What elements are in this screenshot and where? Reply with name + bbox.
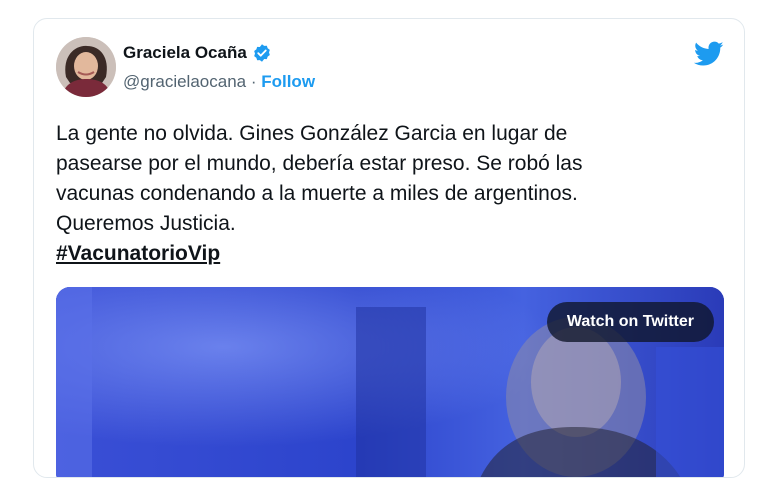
twitter-bird-icon[interactable] (693, 41, 724, 67)
follow-button[interactable]: Follow (261, 72, 315, 92)
author-handle-row: @gracielaocana · Follow (123, 72, 315, 92)
tweet-card[interactable]: Graciela Ocaña @gracielaocana · Follow L… (33, 18, 745, 478)
author-name-row: Graciela Ocaña (123, 43, 272, 63)
watch-on-twitter-button[interactable]: Watch on Twitter (546, 302, 714, 342)
tweet-text-line: vacunas condenando a la muerte a miles d… (56, 182, 578, 205)
author-handle[interactable]: @gracielaocana (123, 72, 246, 92)
tweet-text-line: pasearse por el mundo, debería estar pre… (56, 152, 583, 175)
verified-badge-icon (252, 43, 272, 63)
tweet-text-line: La gente no olvida. Gines González Garci… (56, 122, 568, 145)
hashtag-link[interactable]: #VacunatorioVip (56, 239, 220, 269)
avatar[interactable] (56, 37, 116, 97)
video-thumbnail[interactable]: Watch on Twitter (56, 287, 724, 477)
author-display-name[interactable]: Graciela Ocaña (123, 43, 247, 63)
avatar-photo (56, 37, 116, 97)
tweet-text-line: Queremos Justicia. (56, 212, 236, 235)
tweet-text: La gente no olvida. Gines González Garci… (56, 119, 716, 269)
handle-separator: · (246, 72, 262, 91)
